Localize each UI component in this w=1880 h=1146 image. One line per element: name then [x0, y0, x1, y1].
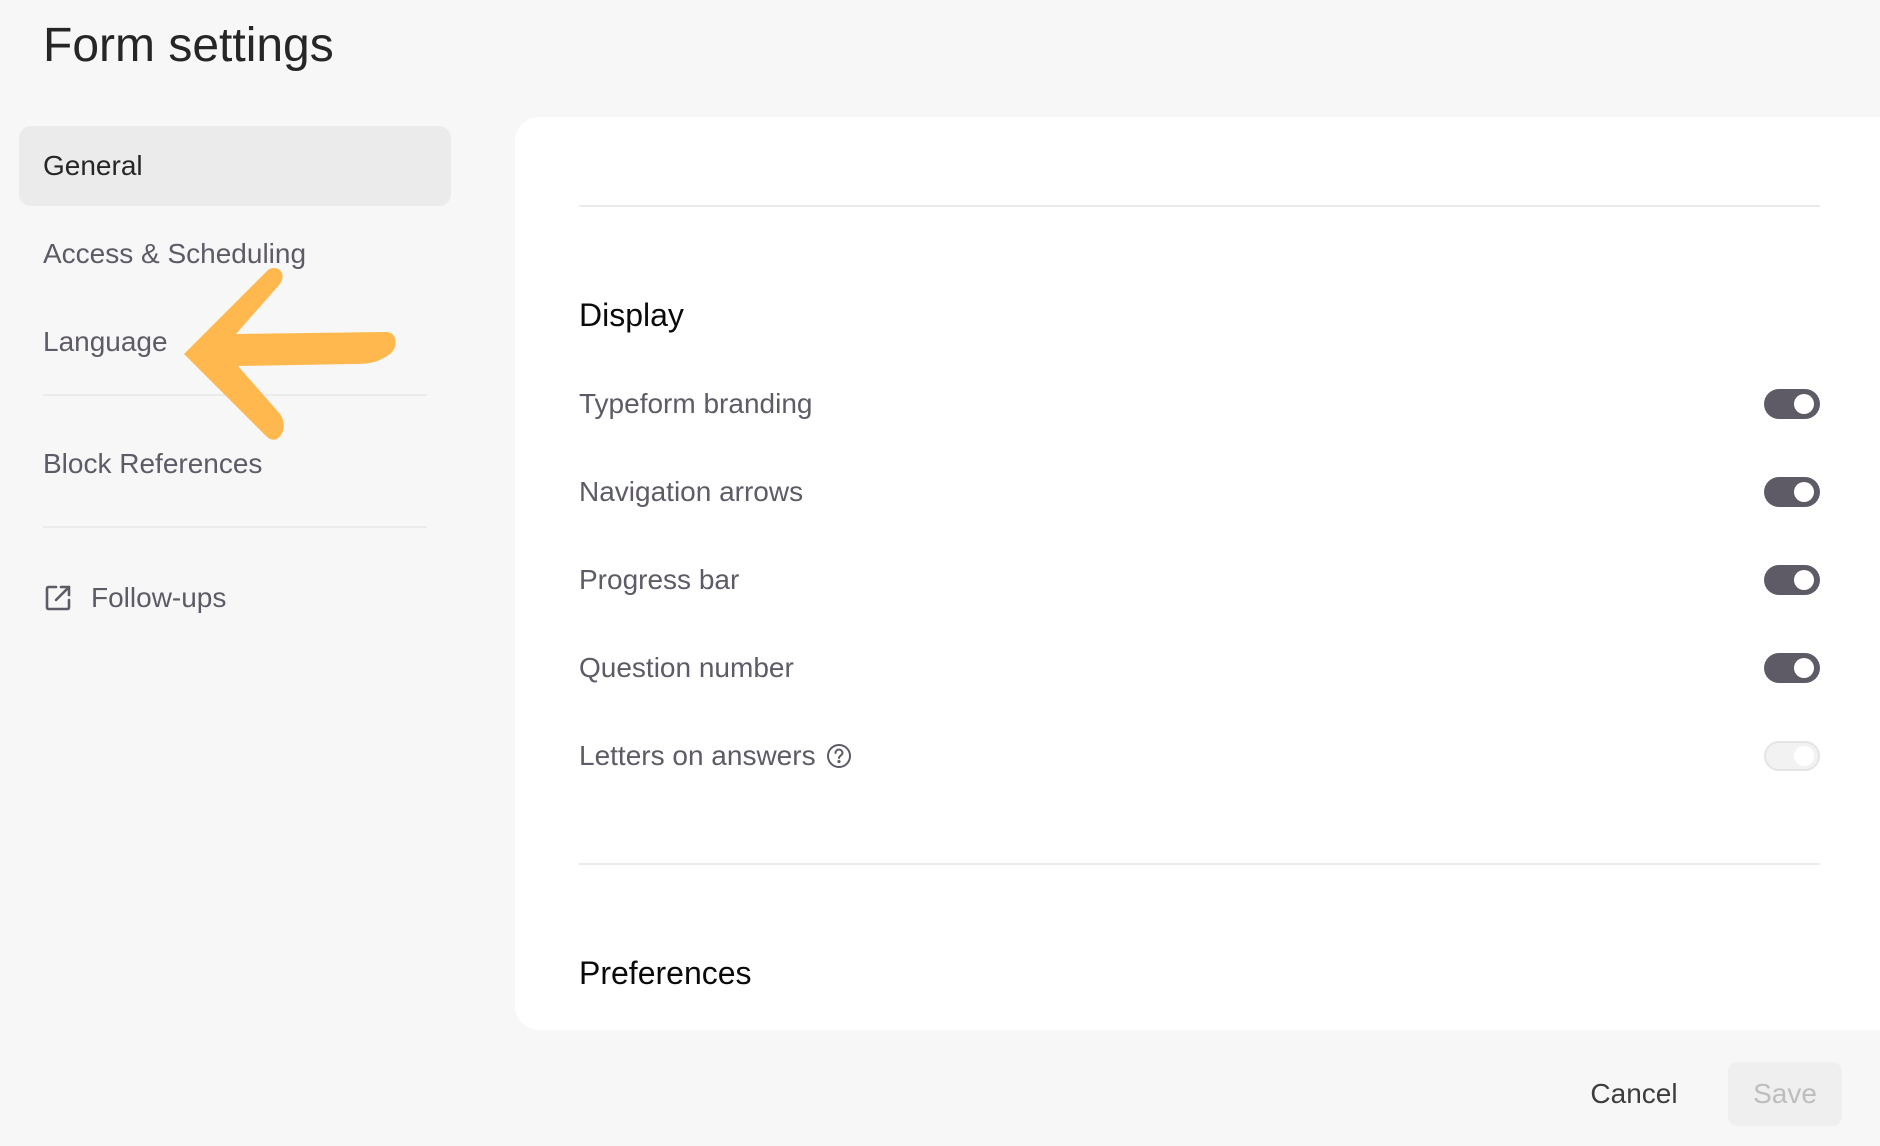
- setting-label: Progress bar: [579, 564, 740, 595]
- sidebar-item-label: Access & Scheduling: [43, 238, 307, 269]
- save-button[interactable]: Save: [1728, 1062, 1842, 1126]
- setting-row-question-number: Question number: [579, 638, 1820, 698]
- setting-label-wrap: Letters on answers: [579, 740, 852, 772]
- typeform-branding-toggle[interactable]: [1764, 389, 1820, 419]
- sidebar-item-label: General: [43, 150, 143, 181]
- toggle-knob: [1794, 482, 1814, 502]
- page-title: Form settings: [43, 19, 334, 72]
- toggle-knob: [1794, 570, 1814, 590]
- setting-row-navigation-arrows: Navigation arrows: [579, 462, 1820, 522]
- external-link-icon: [43, 583, 73, 613]
- sidebar-item-label: Language: [43, 326, 168, 357]
- question-number-toggle[interactable]: [1764, 653, 1820, 683]
- letters-on-answers-toggle[interactable]: [1764, 741, 1820, 771]
- display-section-title: Display: [579, 297, 684, 333]
- cancel-button[interactable]: Cancel: [1570, 1062, 1698, 1126]
- setting-row-typeform-branding: Typeform branding: [579, 374, 1820, 434]
- setting-label: Navigation arrows: [579, 476, 804, 507]
- navigation-arrows-toggle[interactable]: [1764, 477, 1820, 507]
- sidebar-item-access-scheduling[interactable]: Access & Scheduling: [19, 214, 451, 294]
- preferences-section-title: Preferences: [579, 955, 752, 991]
- sidebar-item-block-references[interactable]: Block References: [19, 424, 451, 504]
- setting-label: Letters on answers: [579, 740, 816, 771]
- sidebar-item-language[interactable]: Language: [19, 302, 451, 382]
- progress-bar-toggle[interactable]: [1764, 565, 1820, 595]
- setting-label: Typeform branding: [579, 388, 813, 419]
- setting-row-letters-on-answers: Letters on answers: [579, 726, 1820, 786]
- section-divider: [579, 863, 1820, 865]
- settings-sidebar: General Access & Scheduling Language Blo…: [19, 126, 451, 646]
- sidebar-item-label: Block References: [43, 448, 263, 479]
- sidebar-item-follow-ups[interactable]: Follow-ups: [19, 558, 451, 638]
- sidebar-item-label: Follow-ups: [91, 582, 227, 613]
- sidebar-divider: [43, 394, 427, 396]
- setting-row-progress-bar: Progress bar: [579, 550, 1820, 610]
- toggle-knob: [1794, 746, 1814, 766]
- sidebar-item-general[interactable]: General: [19, 126, 451, 206]
- settings-panel: Display Typeform branding Navigation arr…: [515, 117, 1880, 1030]
- toggle-knob: [1794, 394, 1814, 414]
- toggle-knob: [1794, 658, 1814, 678]
- help-icon[interactable]: [826, 743, 852, 769]
- setting-label: Question number: [579, 652, 794, 683]
- section-divider: [579, 205, 1820, 207]
- sidebar-divider: [43, 526, 427, 528]
